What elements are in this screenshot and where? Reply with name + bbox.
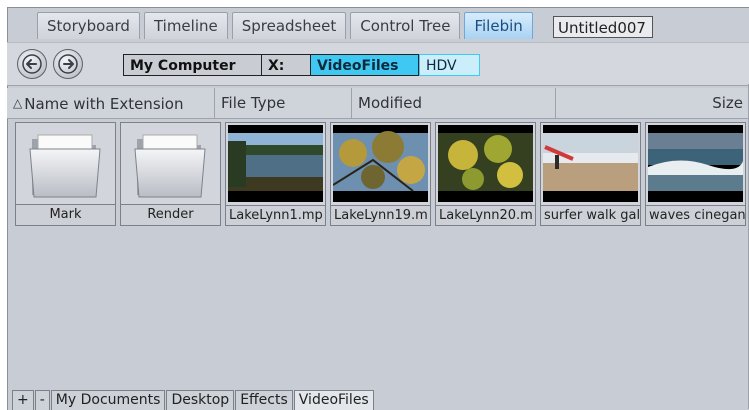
video-thumbnail-lake	[228, 125, 323, 202]
sort-ascending-icon: △	[13, 96, 23, 110]
tab-effects[interactable]: Effects	[235, 390, 293, 410]
column-file-type[interactable]: File Type	[215, 88, 352, 118]
tab-filebin[interactable]: Filebin	[464, 12, 533, 39]
file-grid: Mark Render LakeLynn1.mp LakeLynn19.m La…	[15, 122, 749, 226]
folder-item-mark[interactable]: Mark	[15, 122, 116, 226]
view-tabs: Storyboard Timeline Spreadsheet Control …	[37, 12, 537, 40]
video-thumbnail-waves	[648, 125, 743, 202]
document-name-field[interactable]: Untitled007	[553, 16, 653, 38]
breadcrumb-hdv[interactable]: HDV	[419, 54, 480, 76]
item-label: Render	[121, 204, 220, 225]
tab-timeline[interactable]: Timeline	[143, 12, 228, 39]
breadcrumb-videofiles[interactable]: VideoFiles	[311, 54, 419, 76]
video-item-lakelynn20[interactable]: LakeLynn20.m	[435, 122, 536, 226]
add-location-button[interactable]: +	[12, 390, 34, 410]
folder-item-render[interactable]: Render	[120, 122, 221, 226]
back-arrow-icon	[22, 54, 42, 74]
column-name-label: Name with Extension	[24, 95, 184, 113]
video-item-surfer-walk[interactable]: surfer walk gal	[540, 122, 641, 226]
column-name-with-extension[interactable]: △ Name with Extension	[7, 88, 215, 118]
video-thumbnail-beach	[543, 125, 638, 202]
item-label: LakeLynn19.m	[331, 205, 430, 225]
location-tabs: + - My Documents Desktop Effects VideoFi…	[12, 390, 375, 410]
remove-location-button[interactable]: -	[34, 390, 50, 410]
item-label: Mark	[16, 204, 115, 225]
tab-spreadsheet[interactable]: Spreadsheet	[231, 12, 347, 39]
column-size[interactable]: Size	[556, 88, 749, 118]
breadcrumb-my-computer[interactable]: My Computer	[123, 54, 262, 76]
folder-icon	[18, 125, 113, 202]
video-thumbnail-foliage	[333, 125, 428, 202]
tab-control-tree[interactable]: Control Tree	[350, 12, 461, 39]
forward-arrow-icon	[58, 54, 78, 74]
tab-desktop[interactable]: Desktop	[166, 390, 235, 410]
video-thumbnail-leaves	[438, 125, 533, 202]
navigation-bar: My Computer X: VideoFiles HDV	[7, 42, 749, 86]
item-label: waves cinegan	[646, 205, 745, 225]
video-item-lakelynn19[interactable]: LakeLynn19.m	[330, 122, 431, 226]
folder-icon	[123, 125, 218, 202]
item-label: surfer walk gal	[541, 205, 640, 225]
tab-my-documents[interactable]: My Documents	[50, 390, 166, 410]
video-item-waves-cinegan[interactable]: waves cinegan	[645, 122, 746, 226]
column-modified[interactable]: Modified	[352, 88, 556, 118]
item-label: LakeLynn20.m	[436, 205, 535, 225]
breadcrumb-drive[interactable]: X:	[262, 54, 311, 76]
video-item-lakelynn1[interactable]: LakeLynn1.mp	[225, 122, 326, 226]
item-label: LakeLynn1.mp	[226, 205, 325, 225]
forward-button[interactable]	[53, 49, 83, 79]
tab-videofiles[interactable]: VideoFiles	[293, 390, 374, 410]
tab-storyboard[interactable]: Storyboard	[37, 12, 140, 39]
column-header: △ Name with Extension File Type Modified …	[7, 88, 749, 119]
back-button[interactable]	[17, 49, 47, 79]
